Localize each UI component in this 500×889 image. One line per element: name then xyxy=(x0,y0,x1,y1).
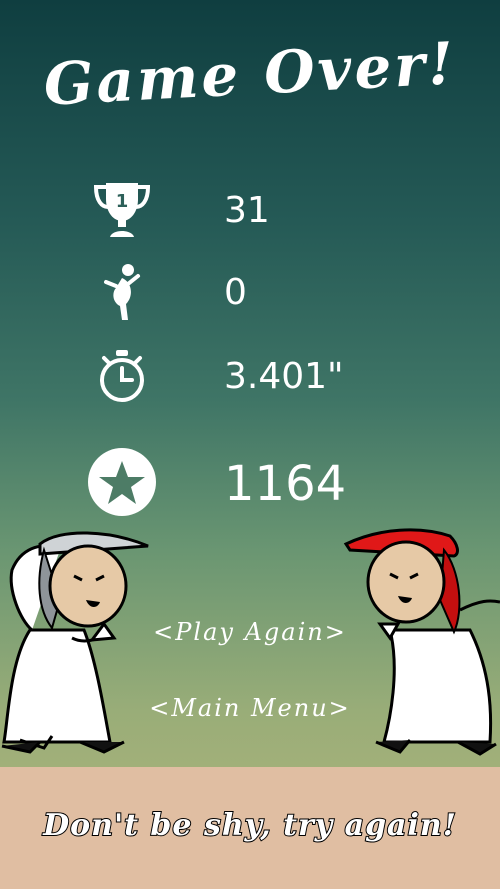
main-menu-button[interactable]: <Main Menu> xyxy=(0,694,500,722)
game-over-screen: Game Over! 1 31 0 3.401" 1164 <Play Agai… xyxy=(0,0,500,889)
score-stat-row: 1164 xyxy=(0,446,500,526)
star-icon xyxy=(86,446,158,518)
svg-text:1: 1 xyxy=(116,191,129,212)
best-value: 31 xyxy=(224,190,270,231)
best-stat-row: 1 31 xyxy=(0,176,500,256)
tagline-text: Don't be shy, try again! xyxy=(42,807,457,844)
game-over-title: Game Over! xyxy=(42,29,458,119)
trophy-icon: 1 xyxy=(88,176,156,244)
time-value: 3.401" xyxy=(224,356,344,397)
player-icon xyxy=(88,258,156,326)
time-stat-row: 3.401" xyxy=(0,342,500,422)
stopwatch-icon xyxy=(88,342,156,410)
play-again-button[interactable]: <Play Again> xyxy=(0,618,500,646)
catches-value: 0 xyxy=(224,272,247,313)
score-value: 1164 xyxy=(224,456,347,512)
catches-stat-row: 0 xyxy=(0,258,500,338)
